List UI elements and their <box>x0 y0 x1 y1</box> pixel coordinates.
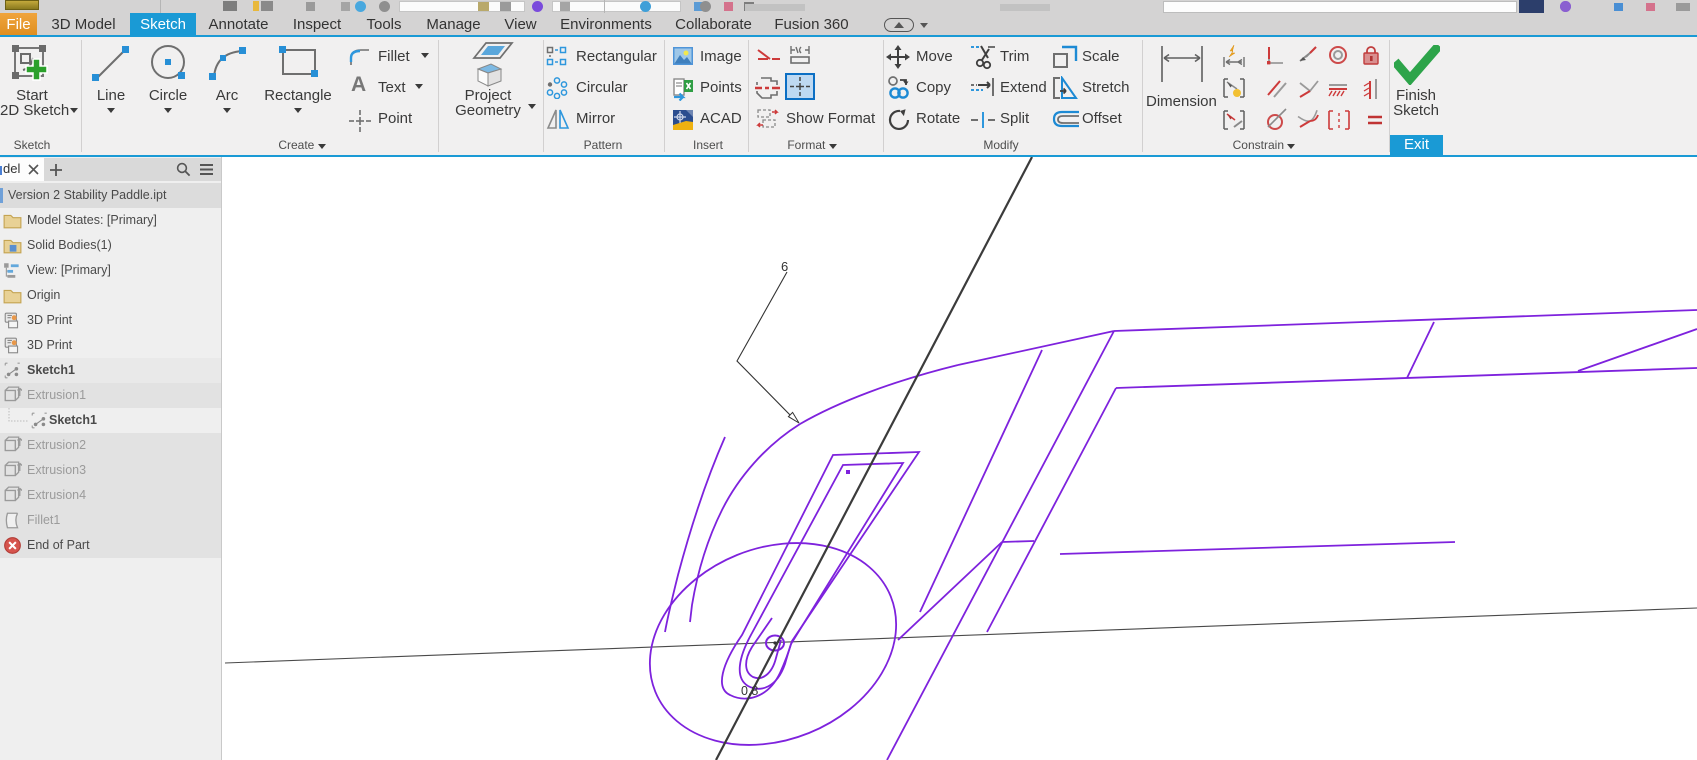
svg-text:6: 6 <box>781 259 788 274</box>
svg-text:0.8: 0.8 <box>741 684 758 698</box>
